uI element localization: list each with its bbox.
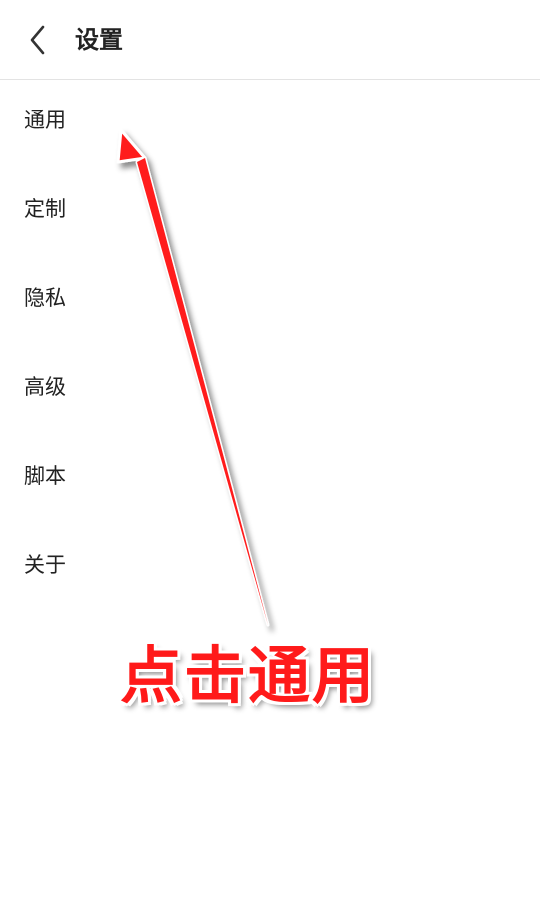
header-bar: 设置 (0, 0, 540, 80)
menu-item-scripts[interactable]: 脚本 (0, 436, 540, 525)
annotation-label: 点击通用 (120, 639, 377, 712)
menu-item-privacy[interactable]: 隐私 (0, 258, 540, 347)
menu-item-label: 关于 (24, 552, 66, 577)
menu-item-label: 定制 (24, 196, 66, 221)
settings-menu: 通用 定制 隐私 高级 脚本 关于 (0, 80, 540, 614)
menu-item-advanced[interactable]: 高级 (0, 347, 540, 436)
chevron-left-icon (30, 25, 45, 55)
menu-item-label: 脚本 (24, 463, 66, 488)
settings-page: 设置 通用 定制 隐私 高级 脚本 关于 点击通用 (0, 0, 540, 924)
menu-item-general[interactable]: 通用 (0, 80, 540, 169)
menu-item-about[interactable]: 关于 (0, 525, 540, 614)
menu-item-label: 高级 (24, 374, 66, 399)
menu-item-label: 隐私 (24, 285, 66, 310)
menu-item-label: 通用 (24, 107, 66, 132)
back-button[interactable] (18, 20, 58, 60)
page-title: 设置 (75, 26, 123, 54)
menu-item-customize[interactable]: 定制 (0, 169, 540, 258)
